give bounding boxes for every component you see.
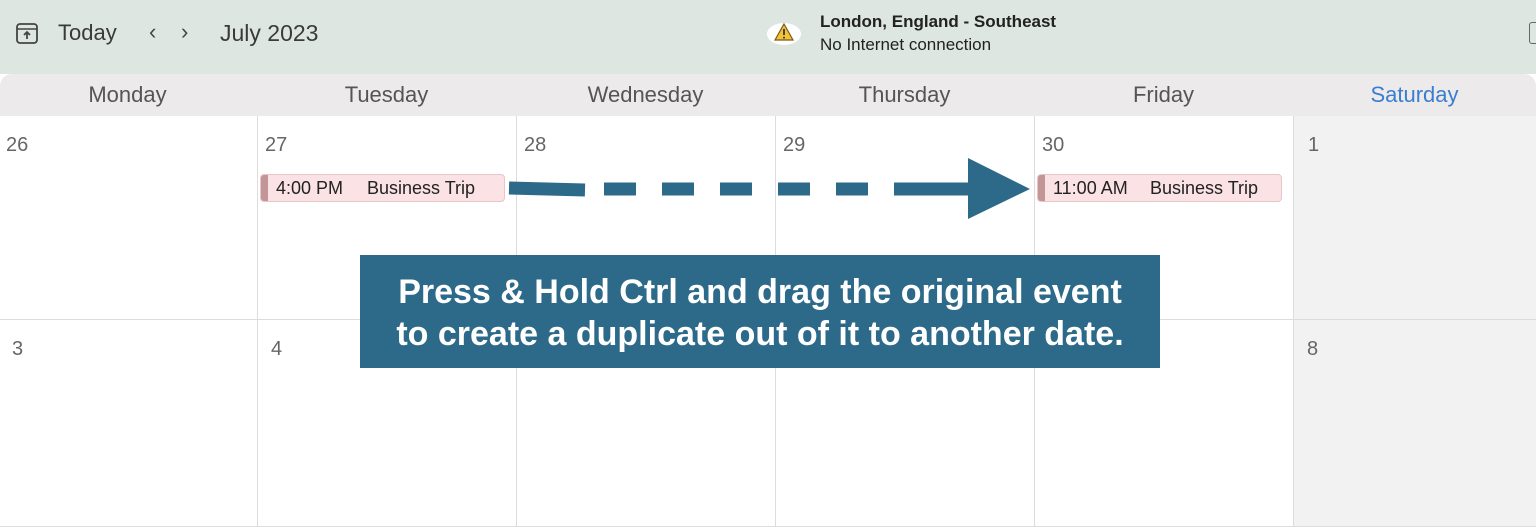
instruction-callout: Press & Hold Ctrl and drag the original … [360, 255, 1160, 368]
callout-line-1: Press & Hold Ctrl and drag the original … [398, 273, 1122, 311]
callout-line-2: to create a duplicate out of it to anoth… [396, 315, 1124, 353]
